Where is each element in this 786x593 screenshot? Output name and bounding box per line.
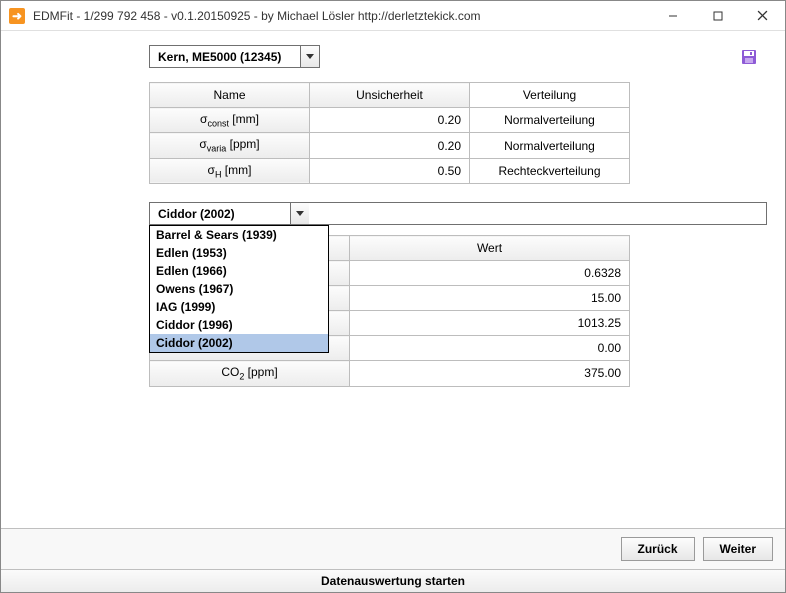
param-name: σH [mm]: [150, 158, 310, 183]
chevron-down-icon[interactable]: [300, 46, 319, 67]
start-evaluation-button[interactable]: Datenauswertung starten: [1, 569, 785, 592]
app-window: ➜ EDMFit - 1/299 792 458 - v0.1.20150925…: [0, 0, 786, 593]
close-button[interactable]: [740, 1, 785, 31]
param-distribution[interactable]: Normalverteilung: [470, 108, 630, 133]
model-combo[interactable]: Ciddor (2002): [149, 202, 767, 225]
col-uncertainty: Unsicherheit: [310, 83, 470, 108]
dropdown-item[interactable]: Edlen (1953): [150, 244, 328, 262]
dropdown-item[interactable]: Edlen (1966): [150, 262, 328, 280]
table-row: CO2 [ppm] 375.00: [150, 361, 630, 386]
top-row: Kern, ME5000 (12345): [149, 45, 767, 68]
back-button[interactable]: Zurück: [621, 537, 695, 561]
minimize-button[interactable]: [650, 1, 695, 31]
param-name: σvaria [ppm]: [150, 133, 310, 158]
param-distribution[interactable]: Normalverteilung: [470, 133, 630, 158]
table-row: σconst [mm] 0.20 Normalverteilung: [150, 108, 630, 133]
app-icon: ➜: [9, 8, 25, 24]
instrument-combo[interactable]: Kern, ME5000 (12345): [149, 45, 320, 68]
dropdown-item[interactable]: IAG (1999): [150, 298, 328, 316]
titlebar: ➜ EDMFit - 1/299 792 458 - v0.1.20150925…: [1, 1, 785, 31]
model-combo-row: Ciddor (2002) Barrel & Sears (1939)Edlen…: [149, 202, 767, 225]
instrument-combo-text: Kern, ME5000 (12345): [150, 46, 300, 67]
param-uncertainty[interactable]: 0.50: [310, 158, 470, 183]
dropdown-item[interactable]: Ciddor (2002): [150, 334, 328, 352]
param-uncertainty[interactable]: 0.20: [310, 133, 470, 158]
content-area: Kern, ME5000 (12345) Name Unsicherheit V…: [1, 31, 785, 528]
param-value[interactable]: 0.00: [350, 336, 630, 361]
param-value[interactable]: 1013.25: [350, 311, 630, 336]
save-icon[interactable]: [741, 49, 757, 65]
model-dropdown[interactable]: Barrel & Sears (1939)Edlen (1953)Edlen (…: [149, 225, 329, 353]
col-param-value: Wert: [350, 236, 630, 261]
param-uncertainty[interactable]: 0.20: [310, 108, 470, 133]
param-name: CO2 [ppm]: [150, 361, 350, 386]
table-row: σH [mm] 0.50 Rechteckverteilung: [150, 158, 630, 183]
param-name: σconst [mm]: [150, 108, 310, 133]
table-row: σvaria [ppm] 0.20 Normalverteilung: [150, 133, 630, 158]
maximize-button[interactable]: [695, 1, 740, 31]
dropdown-item[interactable]: Ciddor (1996): [150, 316, 328, 334]
param-value[interactable]: 15.00: [350, 286, 630, 311]
model-combo-text: Ciddor (2002): [150, 203, 290, 224]
col-name: Name: [150, 83, 310, 108]
chevron-down-icon[interactable]: [290, 203, 309, 224]
footer: Zurück Weiter: [1, 528, 785, 569]
dropdown-item[interactable]: Barrel & Sears (1939): [150, 226, 328, 244]
col-distribution: Verteilung: [470, 83, 630, 108]
uncertainty-table: Name Unsicherheit Verteilung σconst [mm]…: [149, 82, 630, 184]
param-value[interactable]: 375.00: [350, 361, 630, 386]
window-controls: [650, 1, 785, 31]
next-button[interactable]: Weiter: [703, 537, 773, 561]
window-title: EDMFit - 1/299 792 458 - v0.1.20150925 -…: [31, 9, 650, 23]
param-value[interactable]: 0.6328: [350, 261, 630, 286]
param-distribution[interactable]: Rechteckverteilung: [470, 158, 630, 183]
dropdown-item[interactable]: Owens (1967): [150, 280, 328, 298]
